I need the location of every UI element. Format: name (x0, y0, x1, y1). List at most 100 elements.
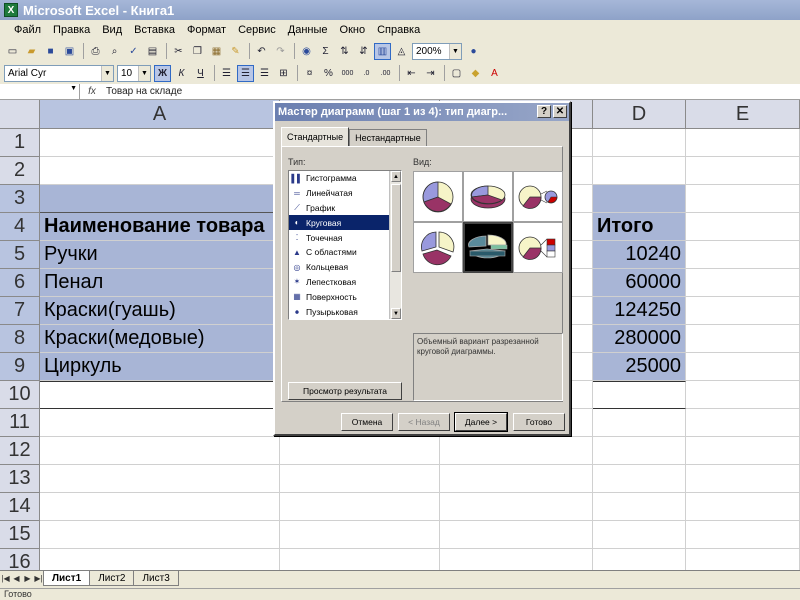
italic-icon[interactable]: К (173, 65, 190, 82)
menu-edit[interactable]: Правка (47, 24, 96, 36)
formula-input[interactable]: Товар на складе (104, 86, 182, 97)
permission-icon[interactable]: ▣ (61, 43, 78, 60)
cell-d1[interactable] (593, 129, 686, 157)
cell-d9[interactable]: 25000 (593, 353, 686, 381)
bold-icon[interactable]: Ж (154, 64, 171, 82)
cut-icon[interactable]: ✂ (170, 43, 187, 60)
preview-result-button[interactable]: Просмотр результата (288, 382, 402, 400)
sheet-tab-1[interactable]: Лист1 (43, 571, 91, 586)
chart-type-item[interactable]: ▲ С областями (289, 245, 401, 260)
cell-a8[interactable]: Краски(медовые) (40, 325, 280, 353)
research-icon[interactable]: ▤ (144, 43, 161, 60)
cell-e10[interactable] (686, 381, 800, 409)
cell-a5[interactable]: Ручки (40, 241, 280, 269)
row-header-9[interactable]: 9 (0, 353, 40, 381)
cell-e16[interactable] (686, 549, 800, 570)
row-header-1[interactable]: 1 (0, 129, 40, 157)
chart-type-item[interactable]: ═ Линейчатая (289, 186, 401, 201)
chart-type-item[interactable]: ◎ Кольцевая (289, 260, 401, 275)
cell-a1[interactable] (40, 129, 280, 157)
row-header-8[interactable]: 8 (0, 325, 40, 353)
cell-e1[interactable] (686, 129, 800, 157)
cell-b13[interactable] (280, 465, 440, 493)
align-left-icon[interactable]: ☰ (218, 65, 235, 82)
cell-e7[interactable] (686, 297, 800, 325)
subtype-pie[interactable] (413, 171, 463, 222)
chart-type-item[interactable]: ⁚ Точечная (289, 230, 401, 245)
merge-center-icon[interactable]: ⊞ (275, 65, 292, 82)
cell-e14[interactable] (686, 493, 800, 521)
chart-type-list[interactable]: ▌▌ Гистограмма ═ Линейчатая ⟋ График ◐ Круговая… (288, 170, 402, 320)
dialog-title-bar[interactable]: Мастер диаграмм (шаг 1 из 4): тип диагр.… (275, 103, 569, 121)
chart-type-item[interactable]: ◐ Круговая (289, 215, 401, 231)
currency-icon[interactable]: ¤ (301, 65, 318, 82)
redo-icon[interactable]: ↷ (272, 43, 289, 60)
increase-indent-icon[interactable]: ⇥ (422, 65, 439, 82)
close-button[interactable]: ✕ (553, 105, 567, 118)
cell-b15[interactable] (280, 521, 440, 549)
cell-a13[interactable] (40, 465, 280, 493)
column-header-d[interactable]: D (593, 100, 686, 129)
scroll-thumb[interactable] (391, 184, 401, 272)
first-sheet-icon[interactable]: |◀ (0, 571, 11, 585)
underline-icon[interactable]: Ч (192, 65, 209, 82)
subtype-exploded-pie-3d[interactable] (463, 222, 513, 273)
cell-e15[interactable] (686, 521, 800, 549)
print-icon[interactable]: ⎙ (87, 43, 104, 60)
cancel-button[interactable]: Отмена (341, 413, 393, 431)
cell-e6[interactable] (686, 269, 800, 297)
spelling-icon[interactable]: ✓ (125, 43, 142, 60)
undo-icon[interactable]: ↶ (253, 43, 270, 60)
list-scrollbar[interactable]: ▲ ▼ (389, 171, 401, 319)
menu-insert[interactable]: Вставка (128, 24, 181, 36)
cell-a16[interactable] (40, 549, 280, 570)
chart-type-item[interactable]: ▌▌ Гистограмма (289, 171, 401, 186)
name-box[interactable]: ▼ (0, 84, 80, 99)
decrease-decimal-icon[interactable]: .00 (377, 65, 394, 82)
font-color-icon[interactable]: A (486, 65, 503, 82)
menu-file[interactable]: Файл (8, 24, 47, 36)
cell-c15[interactable] (440, 521, 593, 549)
row-header-11[interactable]: 11 (0, 409, 40, 437)
cell-d12[interactable] (593, 437, 686, 465)
next-button[interactable]: Далее > (454, 412, 508, 432)
chart-type-item[interactable]: ⦁ Пузырьковая (289, 304, 401, 319)
drawing-icon[interactable]: ◬ (393, 43, 410, 60)
cell-d6[interactable]: 60000 (593, 269, 686, 297)
finish-button[interactable]: Готово (513, 413, 565, 431)
chevron-down-icon[interactable]: ▼ (101, 65, 113, 81)
subtype-pie-3d[interactable] (463, 171, 513, 222)
cell-e4[interactable] (686, 213, 800, 241)
row-header-14[interactable]: 14 (0, 493, 40, 521)
cell-b12[interactable] (280, 437, 440, 465)
print-preview-icon[interactable]: ⌕ (106, 43, 123, 60)
menu-help[interactable]: Справка (371, 24, 426, 36)
scroll-up-icon[interactable]: ▲ (391, 171, 401, 182)
cell-c16[interactable] (440, 549, 593, 570)
percent-icon[interactable]: % (320, 65, 337, 82)
next-sheet-icon[interactable]: ▶ (22, 571, 33, 585)
cell-a12[interactable] (40, 437, 280, 465)
cell-d15[interactable] (593, 521, 686, 549)
row-header-6[interactable]: 6 (0, 269, 40, 297)
cell-d16[interactable] (593, 549, 686, 570)
menu-data[interactable]: Данные (282, 24, 334, 36)
menu-window[interactable]: Окно (334, 24, 372, 36)
sheet-tab-2[interactable]: Лист2 (89, 571, 135, 586)
increase-decimal-icon[interactable]: .0 (358, 65, 375, 82)
thousands-icon[interactable]: 000 (339, 65, 356, 82)
cell-a14[interactable] (40, 493, 280, 521)
chevron-down-icon[interactable]: ▼ (138, 65, 150, 81)
new-file-icon[interactable]: ▭ (4, 43, 21, 60)
chevron-down-icon[interactable]: ▼ (70, 85, 77, 92)
cell-a6[interactable]: Пенал (40, 269, 280, 297)
cell-c12[interactable] (440, 437, 593, 465)
prev-sheet-icon[interactable]: ◀ (11, 571, 22, 585)
row-header-10[interactable]: 10 (0, 381, 40, 409)
cell-e12[interactable] (686, 437, 800, 465)
decrease-indent-icon[interactable]: ⇤ (403, 65, 420, 82)
chart-type-item[interactable]: ▦ Поверхность (289, 289, 401, 304)
autosum-icon[interactable]: Σ (317, 43, 334, 60)
menu-tools[interactable]: Сервис (232, 24, 282, 36)
cell-d5[interactable]: 10240 (593, 241, 686, 269)
